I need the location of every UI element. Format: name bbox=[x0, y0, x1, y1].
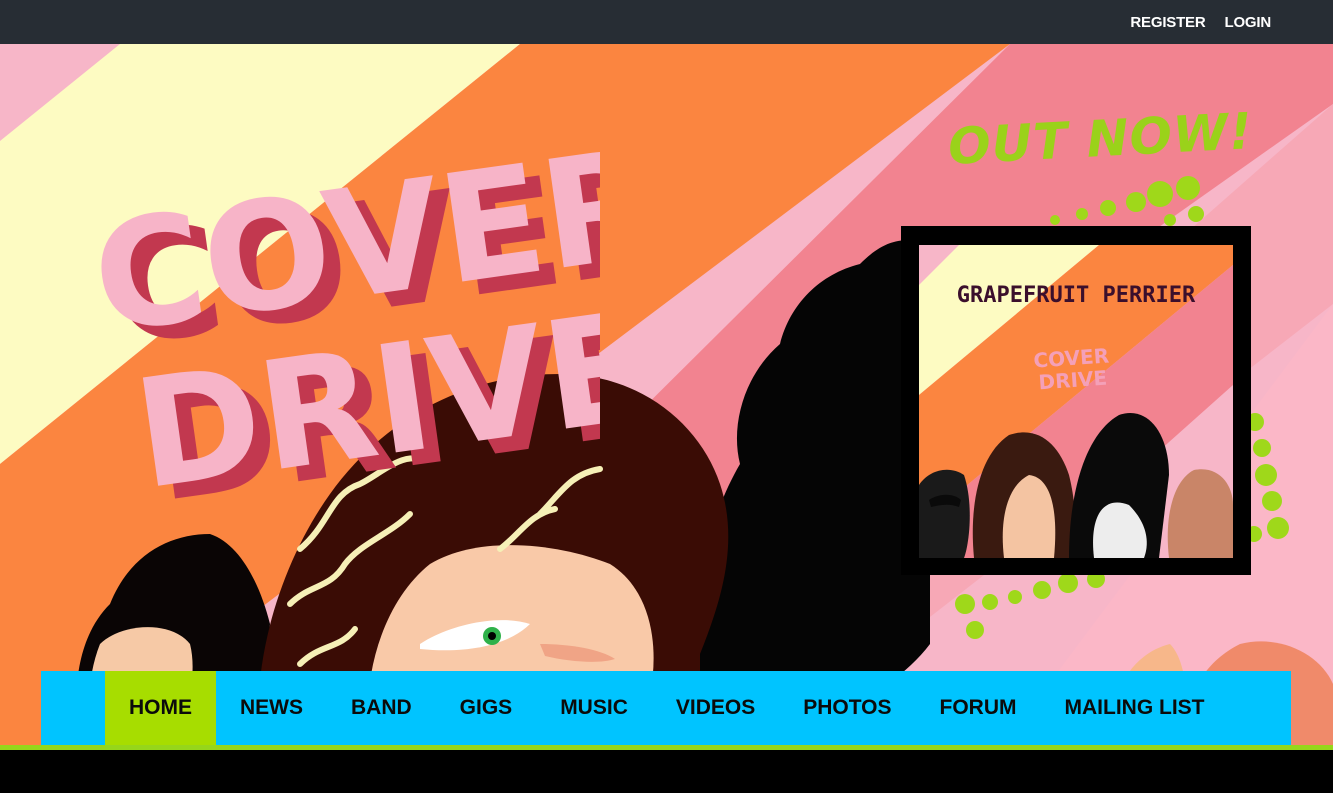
nav-item-home[interactable]: HOME bbox=[105, 671, 216, 745]
nav-item-news[interactable]: NEWS bbox=[216, 671, 327, 745]
top-bar: REGISTER LOGIN bbox=[0, 0, 1333, 44]
login-link[interactable]: LOGIN bbox=[1225, 14, 1272, 31]
album-logo: COVER DRIVE bbox=[1016, 343, 1129, 395]
nav-item-forum[interactable]: FORUM bbox=[916, 671, 1041, 745]
nav-item-music[interactable]: MUSIC bbox=[536, 671, 652, 745]
album-cover-art: GRAPEFRUIT PERRIER COVER DRIVE bbox=[919, 245, 1233, 558]
album-title: GRAPEFRUIT PERRIER bbox=[956, 283, 1196, 308]
album-cover-link[interactable]: GRAPEFRUIT PERRIER COVER DRIVE bbox=[901, 226, 1251, 575]
band-logo: COVER DRIVE COVER DRIVE bbox=[83, 144, 600, 524]
nav-item-videos[interactable]: VIDEOS bbox=[652, 671, 779, 745]
nav-item-photos[interactable]: PHOTOS bbox=[779, 671, 915, 745]
nav-item-band[interactable]: BAND bbox=[327, 671, 436, 745]
content-area bbox=[0, 750, 1333, 793]
main-nav: HOME NEWS BAND GIGS MUSIC VIDEOS PHOTOS … bbox=[41, 671, 1291, 745]
hero-banner: COVER DRIVE COVER DRIVE OUT NOW! GRAPEFR… bbox=[0, 44, 1333, 749]
nav-item-gigs[interactable]: GIGS bbox=[436, 671, 537, 745]
nav-item-mailing-list[interactable]: MAILING LIST bbox=[1041, 671, 1229, 745]
register-link[interactable]: REGISTER bbox=[1130, 14, 1205, 31]
